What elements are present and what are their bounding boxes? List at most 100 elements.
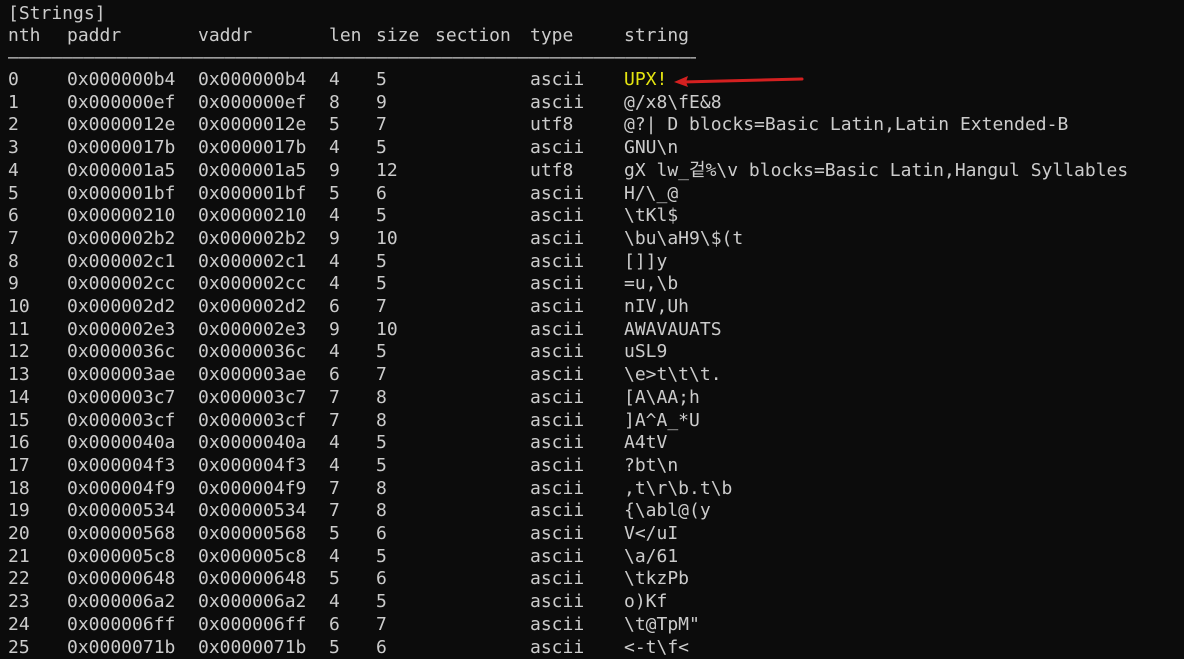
cell-type: ascii: [530, 386, 585, 408]
cell-nth: 19: [8, 500, 30, 522]
cell-paddr: 0x000001a5: [67, 159, 176, 181]
cell-type: ascii: [530, 91, 585, 113]
cell-len: 4: [329, 341, 340, 363]
cell-type: ascii: [530, 227, 585, 249]
cell-string: \bu\aH9\$(t: [624, 227, 744, 249]
cell-type: utf8: [530, 159, 574, 181]
cell-nth: 16: [8, 432, 30, 454]
cell-size: 6: [376, 636, 387, 658]
cell-nth: 10: [8, 296, 30, 317]
cell-paddr: 0x00000210: [67, 205, 176, 227]
header-paddr: paddr: [67, 25, 122, 46]
cell-size: 5: [376, 137, 387, 159]
table-row: 15 0x000003cf 0x000003cf 7 8 ascii]A^A_*U: [0, 410, 1184, 432]
cell-string: \t@TpM": [624, 613, 700, 635]
cell-size: 6: [376, 182, 387, 204]
table-row: 25 0x0000071b 0x0000071b 5 6 ascii <-t\f<: [0, 637, 1184, 659]
cell-nth: 14: [8, 386, 30, 408]
cell-type: ascii: [530, 409, 585, 431]
cell-vaddr: 0x000000ef: [198, 91, 307, 113]
cell-paddr: 0x000005c8: [67, 545, 176, 567]
header-section: section: [435, 25, 511, 46]
cell-string: \a/61: [624, 545, 679, 567]
cell-vaddr: 0x000001a5: [198, 159, 307, 181]
cell-type: ascii: [530, 568, 585, 590]
cell-size: 8: [376, 477, 387, 499]
cell-nth: 21: [8, 545, 30, 567]
cell-size: 7: [376, 364, 387, 386]
cell-len: 6: [329, 364, 340, 386]
cell-string: uSL9: [624, 341, 668, 363]
cell-type: utf8: [530, 114, 574, 136]
table-row: 22 0x00000648 0x00000648 5 6 ascii \tkzPb: [0, 568, 1184, 590]
cell-paddr: 0x000003ae: [67, 364, 176, 386]
cell-paddr: 0x000003c7: [67, 386, 176, 408]
cell-len: 7: [329, 409, 340, 431]
table-row: 20 0x00000568 0x00000568 5 6 ascii V</uI: [0, 523, 1184, 545]
table-row: 19 0x00000534 0x00000534 7 8 ascii {\abl@(y: [0, 500, 1184, 522]
cell-type: ascii: [530, 636, 585, 658]
cell-type: ascii: [530, 591, 585, 613]
cell-size: 10: [376, 227, 398, 249]
cell-size: 7: [376, 613, 387, 635]
cell-string: {\abl@(y: [624, 500, 711, 522]
cell-vaddr: 0x0000036c: [198, 341, 307, 363]
cell-paddr: 0x000002b2: [67, 227, 176, 249]
cell-len: 6: [329, 613, 340, 635]
cell-vaddr: 0x00000534: [198, 500, 307, 522]
cell-vaddr: 0x000002e3: [198, 318, 307, 340]
cell-nth: 17: [8, 454, 30, 476]
cell-nth: 3: [8, 137, 19, 159]
cell-len: 4: [329, 545, 340, 567]
cell-len: 5: [329, 568, 340, 590]
cell-size: 8: [376, 409, 387, 431]
cell-paddr: 0x0000040a: [67, 432, 176, 454]
cell-len: 5: [329, 523, 340, 544]
cell-vaddr: 0x000003cf: [198, 409, 307, 431]
header-separator: ――――――――――――――――――――――――――――――――――――――――…: [8, 47, 696, 68]
cell-string: ,t\r\b.t\b: [624, 477, 733, 499]
cell-nth: 7: [8, 227, 19, 249]
table-row: 1 0x000000ef 0x000000ef 8 9 ascii @/x8\fE&8: [0, 92, 1184, 114]
cell-paddr: 0x000006a2: [67, 591, 176, 613]
cell-paddr: 0x000002d2: [67, 296, 176, 317]
cell-nth: 23: [8, 591, 30, 613]
cell-paddr: 0x00000568: [67, 523, 176, 544]
cell-paddr: 0x000000b4: [67, 69, 176, 90]
cell-vaddr: 0x000002b2: [198, 227, 307, 249]
cell-paddr: 0x000002e3: [67, 318, 176, 340]
cell-nth: 18: [8, 477, 30, 499]
cell-nth: 25: [8, 636, 30, 658]
cell-type: ascii: [530, 69, 585, 90]
cell-size: 9: [376, 91, 387, 113]
cell-vaddr: 0x00000648: [198, 568, 307, 590]
cell-size: 12: [376, 159, 398, 181]
table-row: 9 0x000002cc 0x000002cc 4 5 ascii =u,\b: [0, 273, 1184, 295]
cell-nth: 24: [8, 613, 30, 635]
table-row: 17 0x000004f3 0x000004f3 4 5 ascii ?bt\n: [0, 455, 1184, 477]
cell-vaddr: 0x000000b4: [198, 69, 307, 90]
header-vaddr: vaddr: [198, 25, 253, 46]
cell-string: [A\AA;h: [624, 386, 700, 408]
cell-size: 6: [376, 523, 387, 544]
cell-paddr: 0x0000071b: [67, 636, 176, 658]
cell-type: ascii: [530, 364, 585, 386]
cell-nth: 9: [8, 273, 19, 295]
cell-nth: 13: [8, 364, 30, 386]
header-size: size: [376, 25, 420, 46]
cell-type: ascii: [530, 432, 585, 454]
cell-size: 5: [376, 69, 387, 90]
cell-nth: 15: [8, 409, 30, 431]
cell-string: H/\_@: [624, 182, 679, 204]
cell-vaddr: 0x000006a2: [198, 591, 307, 613]
cell-paddr: 0x000004f9: [67, 477, 176, 499]
terminal-window[interactable]: [Strings] nth paddr vaddr len size secti…: [0, 0, 1184, 659]
cell-string: \e>t\t\t.: [624, 364, 722, 386]
cell-size: 5: [376, 454, 387, 476]
cell-len: 5: [329, 182, 340, 204]
cell-nth: 1: [8, 91, 19, 113]
cell-len: 5: [329, 114, 340, 136]
cell-size: 7: [376, 114, 387, 136]
cell-vaddr: 0x00000210: [198, 205, 307, 227]
cell-len: 4: [329, 137, 340, 159]
